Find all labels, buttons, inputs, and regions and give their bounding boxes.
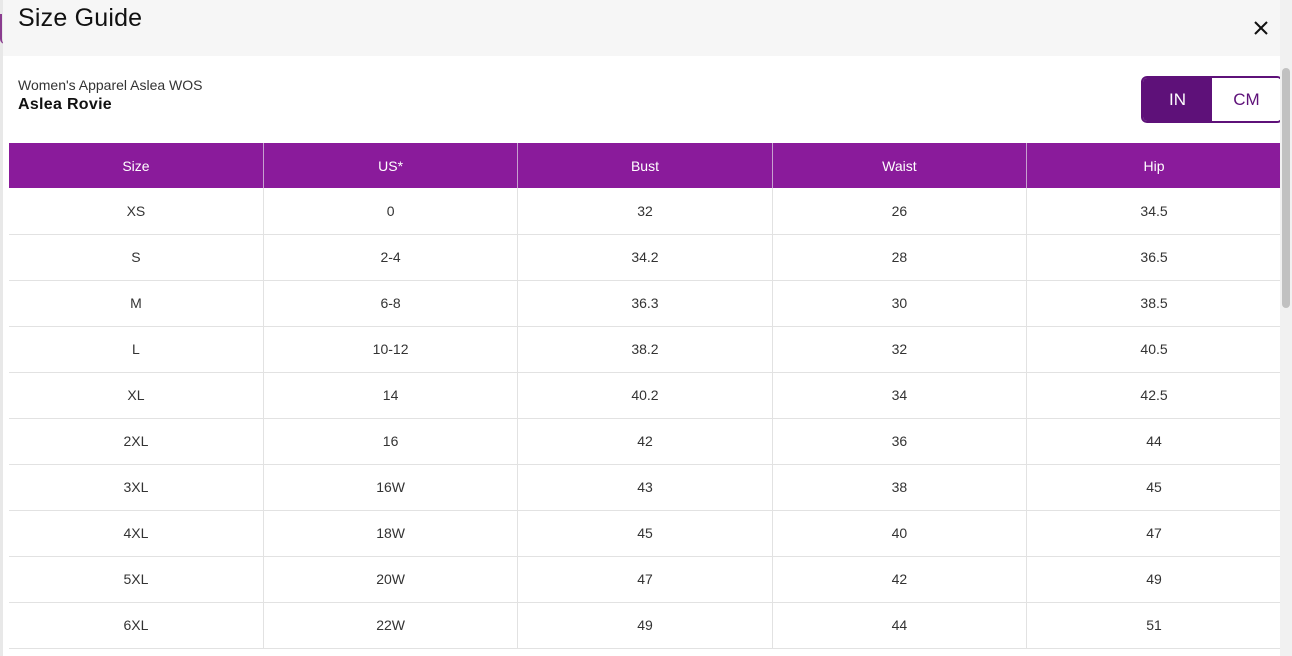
cell-us: 18W xyxy=(263,510,519,557)
cell-us: 6-8 xyxy=(263,280,519,327)
table-row: 4XL 18W 45 40 47 xyxy=(9,510,1281,557)
cell-waist: 36 xyxy=(772,418,1028,465)
cell-hip: 47 xyxy=(1026,510,1281,557)
cell-waist: 34 xyxy=(772,372,1028,419)
cell-size: M xyxy=(9,280,264,327)
cell-bust: 34.2 xyxy=(517,234,773,281)
cell-waist: 38 xyxy=(772,464,1028,511)
column-header-size: Size xyxy=(9,143,264,188)
cell-hip: 49 xyxy=(1026,556,1281,603)
close-button[interactable] xyxy=(1250,17,1272,39)
cell-waist: 42 xyxy=(772,556,1028,603)
modal-header: Size Guide xyxy=(3,0,1292,56)
table-row: XL 14 40.2 34 42.5 xyxy=(9,372,1281,419)
scrollbar[interactable] xyxy=(1280,0,1292,656)
cell-us: 0 xyxy=(263,188,519,235)
cell-waist: 40 xyxy=(772,510,1028,557)
cell-us: 2-4 xyxy=(263,234,519,281)
cell-us: 16 xyxy=(263,418,519,465)
unit-in-button[interactable]: IN xyxy=(1143,78,1212,121)
cell-waist: 26 xyxy=(772,188,1028,235)
cell-size: L xyxy=(9,326,264,373)
column-header-hip: Hip xyxy=(1026,143,1281,188)
cell-hip: 51 xyxy=(1026,602,1281,649)
cell-us: 14 xyxy=(263,372,519,419)
product-name: Aslea Rovie xyxy=(18,96,113,113)
cell-waist: 32 xyxy=(772,326,1028,373)
table-row: 3XL 16W 43 38 45 xyxy=(9,464,1281,511)
cell-us: 22W xyxy=(263,602,519,649)
scrollbar-thumb[interactable] xyxy=(1282,68,1290,308)
cell-waist: 44 xyxy=(772,602,1028,649)
cell-bust: 49 xyxy=(517,602,773,649)
size-chart-table: Size US* Bust Waist Hip XS 0 32 26 34.5 S 2-4 3… xyxy=(9,143,1281,649)
cell-bust: 36.3 xyxy=(517,280,773,327)
column-header-bust: Bust xyxy=(517,143,773,188)
size-guide-modal: Size Guide Women's Apparel Aslea WOS Asl… xyxy=(3,0,1292,656)
cell-hip: 45 xyxy=(1026,464,1281,511)
table-row: 2XL 16 42 36 44 xyxy=(9,418,1281,465)
table-row: L 10-12 38.2 32 40.5 xyxy=(9,326,1281,373)
cell-bust: 42 xyxy=(517,418,773,465)
table-row: XS 0 32 26 34.5 xyxy=(9,188,1281,235)
modal-title: Size Guide xyxy=(18,4,143,32)
cell-size: 5XL xyxy=(9,556,264,603)
cell-bust: 40.2 xyxy=(517,372,773,419)
cell-size: XL xyxy=(9,372,264,419)
cell-us: 10-12 xyxy=(263,326,519,373)
column-header-waist: Waist xyxy=(772,143,1028,188)
cell-waist: 30 xyxy=(772,280,1028,327)
cell-bust: 43 xyxy=(517,464,773,511)
cell-bust: 45 xyxy=(517,510,773,557)
cell-hip: 44 xyxy=(1026,418,1281,465)
table-header-row: Size US* Bust Waist Hip xyxy=(9,143,1281,188)
unit-toggle: IN CM xyxy=(1141,76,1283,123)
table-row: 6XL 22W 49 44 51 xyxy=(9,602,1281,649)
cell-size: 4XL xyxy=(9,510,264,557)
cell-hip: 42.5 xyxy=(1026,372,1281,419)
cell-waist: 28 xyxy=(772,234,1028,281)
unit-cm-button[interactable]: CM xyxy=(1212,78,1281,121)
product-category: Women's Apparel Aslea WOS xyxy=(18,77,203,93)
cell-size: 2XL xyxy=(9,418,264,465)
cell-size: S xyxy=(9,234,264,281)
table-row: S 2-4 34.2 28 36.5 xyxy=(9,234,1281,281)
cell-hip: 40.5 xyxy=(1026,326,1281,373)
cell-size: 3XL xyxy=(9,464,264,511)
column-header-us: US* xyxy=(263,143,519,188)
close-icon xyxy=(1254,21,1268,35)
cell-us: 16W xyxy=(263,464,519,511)
cell-size: XS xyxy=(9,188,264,235)
cell-hip: 34.5 xyxy=(1026,188,1281,235)
cell-hip: 38.5 xyxy=(1026,280,1281,327)
table-row: M 6-8 36.3 30 38.5 xyxy=(9,280,1281,327)
cell-hip: 36.5 xyxy=(1026,234,1281,281)
table-row: 5XL 20W 47 42 49 xyxy=(9,556,1281,603)
cell-us: 20W xyxy=(263,556,519,603)
cell-bust: 32 xyxy=(517,188,773,235)
cell-bust: 47 xyxy=(517,556,773,603)
cell-bust: 38.2 xyxy=(517,326,773,373)
cell-size: 6XL xyxy=(9,602,264,649)
table-body: XS 0 32 26 34.5 S 2-4 34.2 28 36.5 M 6-8 36.3 30 38.5 L… xyxy=(9,188,1281,649)
